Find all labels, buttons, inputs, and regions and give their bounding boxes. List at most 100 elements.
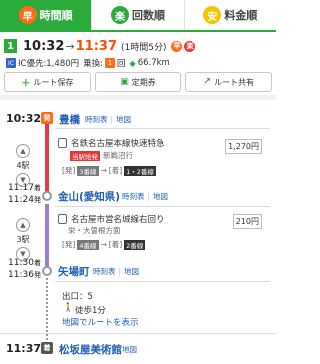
depart-time: 11:24 [8,195,34,205]
stop-count: 4駅 [16,161,30,170]
station-time: 10:32 [6,112,42,125]
walk-time: 徒歩1分 [75,306,106,316]
depart-badge: 発 [41,112,53,124]
from-label: [発] [62,166,76,175]
to-label: [着] [108,166,123,175]
origin-tag: 当駅始発 [70,150,100,161]
platform-info: [発] 4番線 → [着] 2番線 [62,239,147,250]
stops-toggle[interactable]: ▲ 3駅 ▼ [12,218,34,261]
arrow-icon: → [100,166,107,175]
duration: (1時間5分) [121,42,167,53]
walk-dots [46,278,48,340]
train-direction: 栄・大曽根方面 [68,225,121,236]
map-link[interactable]: 地図 [153,192,168,201]
tab-fare-label: 料金順 [224,9,258,22]
platform-info: [発] 3番線 → [着] 1・2番線 [62,165,158,176]
row-divider [0,333,276,334]
easy-icon: 楽 [110,6,129,24]
separator: | [147,192,151,201]
timetable-link[interactable]: 時刻表 [122,192,145,201]
depart-badge: 発 [34,196,41,204]
separator: | [110,115,114,124]
easy-badge-icon: 楽 [184,40,196,52]
pass-icon: ▣ [120,77,129,87]
tab-transfers[interactable]: 楽 回数順 [92,0,185,30]
share-route-button[interactable]: ↗ ルート共有 [185,72,273,92]
distance: 66.7km [137,58,170,68]
tab-time-label: 時間順 [39,9,73,22]
map-link[interactable]: 地図 [122,344,137,355]
walk-icon: 🚶 [63,303,74,313]
arrow-icon: → [100,240,107,249]
exit-number: 出口：5 [62,292,93,302]
share-icon: ↗ [203,77,211,87]
save-route-label: ルート保存 [33,77,74,87]
from-label: [発] [62,240,76,249]
separator: | [118,267,122,276]
tab-time[interactable]: 早 時間順 [0,0,93,30]
segment-fare: 1,270円 [225,139,262,154]
ic-card-icon: IC [6,58,16,68]
station-links: 時刻表 | 地図 [85,114,131,125]
timetable-link[interactable]: 時刻表 [93,267,116,276]
map-link[interactable]: 地図 [124,267,139,276]
train-icon [58,214,67,224]
transfer-label: 乗換: [83,59,104,69]
station-name-matsuzakaya[interactable]: 松坂屋美術館 [59,342,122,357]
route-detail: 10:32 発 豊橋 時刻表 | 地図 ▲ 4駅 ▼ 名鉄名古屋本線快速特急 当駅始… [0,100,276,364]
station-name-kanayama[interactable]: 金山(愛知県) [58,189,120,204]
tab-transfers-label: 回数順 [131,9,165,22]
station-links: 時刻表 | 地図 [93,266,139,277]
line-name-text: 名古屋市営名城線右回り [71,215,165,225]
commuter-pass-button[interactable]: ▣ 定期券 [94,72,182,92]
arrive-badge: 着 [34,184,41,192]
route-summary: 1 10:32 → 11:37 (1時間5分) 早 楽 [0,36,276,56]
station-name-toyohashi[interactable]: 豊橋 [59,112,80,127]
meitetsu-line [45,120,49,197]
station-name-yabacho[interactable]: 矢場町 [58,264,90,279]
train-icon [58,138,67,148]
transfer-count: 1 [105,58,116,68]
action-buttons: ＋ルート保存 ▣ 定期券 ↗ ルート共有 [4,72,273,92]
fare-text: IC優先:1,480円 [18,59,80,69]
fast-badge-icon: 早 [171,40,183,52]
arrive-badge: 着 [41,342,53,354]
line-name: 名鉄名古屋本線快速特急 [58,137,165,149]
route-number: 1 [4,39,17,53]
timetable-link[interactable]: 時刻表 [85,115,108,124]
subway-line [45,204,49,270]
share-route-label: ルート共有 [213,77,254,87]
direction-text: 新鵜沼行 [103,151,133,160]
depart-time: 10:32 [23,38,65,54]
depart-time: 11:36 [8,270,34,280]
arrive-time: 11:30 [8,258,34,268]
direction-text: 栄・大曽根方面 [68,226,121,235]
fast-icon: 早 [18,6,37,24]
line-name: 名古屋市営名城線右回り [58,213,165,225]
arrow-icon: → [65,39,75,53]
station-time: 11:37 [6,342,42,355]
row-divider [55,206,270,207]
transfer-unit: 回 [117,59,126,69]
map-route-link[interactable]: 地図でルートを表示 [62,316,139,328]
station-circle [42,191,52,201]
to-label: [着] [108,240,123,249]
platform-to: 1・2番線 [124,165,156,176]
map-link[interactable]: 地図 [116,115,131,124]
stops-toggle[interactable]: ▲ 4駅 ▼ [12,144,34,187]
cheap-icon: 安 [203,6,222,24]
segment-fare: 210円 [232,214,262,229]
line-name-text: 名鉄名古屋本線快速特急 [71,139,165,149]
arrive-time: 11:37 [75,38,117,54]
plus-icon: ＋ [21,78,31,89]
tab-fare[interactable]: 安 料金順 [184,0,276,30]
platform-to: 2番線 [124,239,146,250]
fare-info: IC IC優先:1,480円 乗換: 1 回 ◆ 66.7km [6,57,170,69]
sort-tabs: 早 時間順 楽 回数順 安 料金順 [0,0,276,32]
station-links: 時刻表 | 地図 [122,191,168,202]
arrive-badge: 着 [34,259,41,267]
stop-count: 3駅 [16,235,30,244]
save-route-button[interactable]: ＋ルート保存 [4,72,91,92]
row-divider [55,281,270,282]
arrive-time: 11:17 [8,183,34,193]
